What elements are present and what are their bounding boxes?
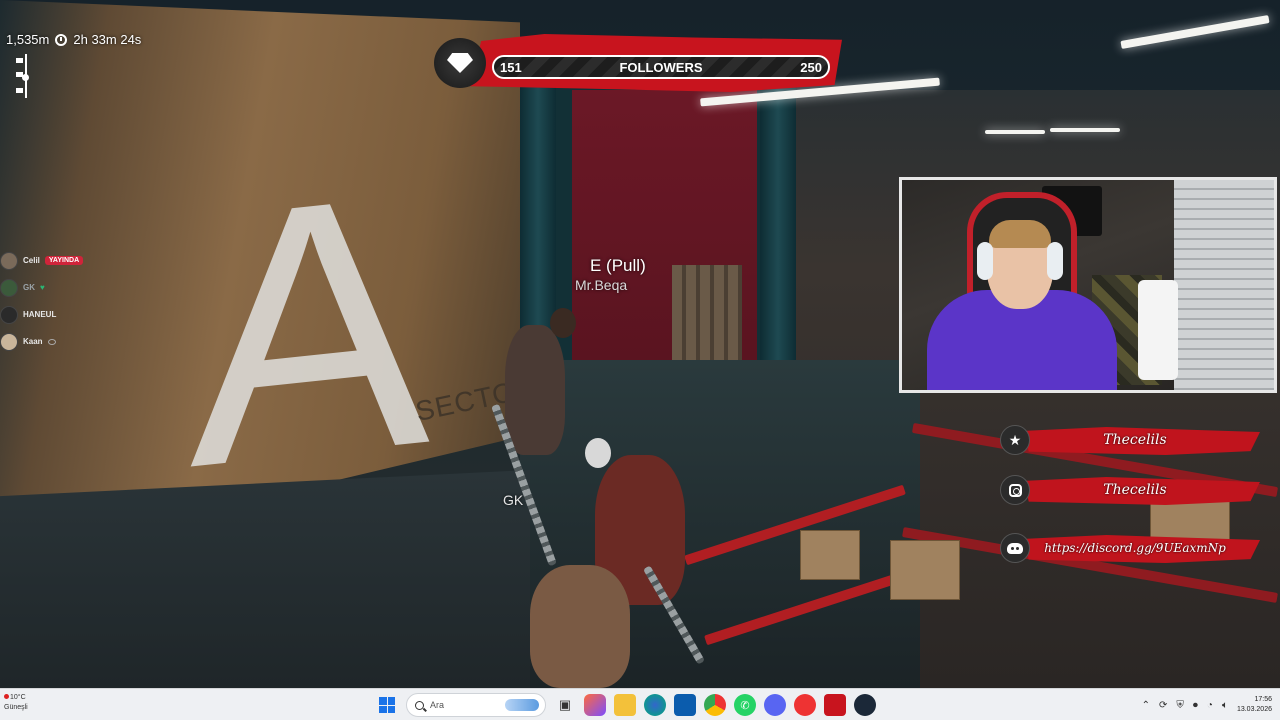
teammate-nametag: GK	[503, 492, 524, 508]
store-icon[interactable]	[674, 694, 696, 716]
discord-taskbar-icon[interactable]	[764, 694, 786, 716]
character-head	[550, 308, 576, 338]
microphone-icon[interactable]: ⏺	[1193, 700, 1198, 711]
flag-icon	[16, 88, 23, 93]
voice-member: Kaan	[0, 328, 120, 355]
distance-readout: 1,535m	[6, 32, 50, 47]
start-button[interactable]	[376, 694, 398, 716]
streamer-hair	[989, 220, 1051, 248]
followers-goal-widget: 151 FOLLOWERS 250	[430, 30, 842, 94]
followers-title: FOLLOWERS	[619, 60, 703, 75]
flag-icon	[16, 58, 23, 63]
edge-icon[interactable]	[644, 694, 666, 716]
interaction-prompt: E (Pull)	[590, 256, 646, 275]
game-app-icon[interactable]	[824, 694, 846, 716]
stopwatch-icon	[55, 33, 68, 46]
search-icon	[415, 700, 424, 710]
eye-icon	[47, 338, 56, 345]
climber-character	[505, 325, 565, 455]
star-icon: ★	[1000, 425, 1030, 455]
social-panel-discord[interactable]: https://discord.gg/9UEaxmNp	[1000, 531, 1260, 565]
voice-channel-list: Celil YAYINDA GK ♥ HANEUL Kaan	[0, 247, 120, 355]
discord-icon	[1000, 533, 1030, 563]
screen: A SECTO E (Pull) Mr.Beqa GK 1,535m 2h 33…	[0, 0, 1280, 720]
headphone-right	[1047, 242, 1063, 280]
search-highlight-art	[505, 699, 539, 711]
wooden-pallet	[672, 265, 742, 370]
windows-taskbar: 10°C Güneşli Ara ▣ ✆ ⌃ ⟳ ⛨ ⏺ ◔ 🔈︎ 17:56 …	[0, 688, 1280, 720]
window-blinds	[1174, 180, 1274, 390]
network-icon[interactable]: ⟳	[1159, 700, 1167, 711]
social-handle: Thecelils	[1103, 482, 1167, 498]
game-console	[1138, 280, 1178, 380]
elapsed-time: 2h 33m 24s	[73, 32, 142, 47]
hud-stats: 1,535m 2h 33m 24s	[6, 32, 141, 47]
diamond-badge	[434, 38, 486, 88]
avatar	[0, 251, 18, 270]
social-panel-instagram[interactable]: Thecelils	[1000, 473, 1260, 507]
shield-icon[interactable]: ⛨	[1176, 700, 1184, 711]
ceiling-light	[985, 130, 1045, 134]
weather-widget[interactable]: 10°C Güneşli	[4, 693, 28, 713]
whatsapp-icon[interactable]: ✆	[734, 694, 756, 716]
player-marker	[22, 74, 29, 81]
file-explorer-icon[interactable]	[614, 694, 636, 716]
discord-link[interactable]: https://discord.gg/9UEaxmNp	[1030, 541, 1240, 555]
copilot-icon[interactable]	[584, 694, 606, 716]
member-name: Celil	[23, 256, 40, 265]
clock-time: 17:56	[1254, 696, 1272, 703]
progress-track	[16, 54, 30, 100]
social-panel-star[interactable]: ★ Thecelils	[1000, 423, 1260, 457]
social-handle: Thecelils	[1103, 432, 1167, 448]
member-name: Kaan	[23, 337, 43, 346]
wifi-icon[interactable]: ◔	[1207, 700, 1213, 711]
windows-logo-icon	[379, 697, 395, 713]
clock-date: 13.03.2026	[1236, 706, 1272, 713]
cardboard-box	[890, 540, 960, 600]
search-placeholder: Ara	[430, 700, 445, 710]
player-nametag: Mr.Beqa	[575, 277, 628, 293]
weather-temp: 10°C	[10, 694, 26, 701]
cardboard-box	[800, 530, 860, 580]
headphone-left	[977, 242, 993, 280]
task-view-icon[interactable]: ▣	[554, 694, 576, 716]
app-icon[interactable]	[794, 694, 816, 716]
taskbar-apps: Ara ▣ ✆	[376, 693, 876, 717]
ceiling-light	[1050, 128, 1120, 132]
taskbar-search[interactable]: Ara	[406, 693, 546, 717]
volume-icon[interactable]: 🔈︎	[1222, 700, 1228, 711]
member-name: HANEUL	[23, 310, 57, 319]
voice-member: GK ♥	[0, 274, 120, 301]
member-name: GK	[23, 283, 35, 292]
system-tray: ⌃ ⟳ ⛨ ⏺ ◔ 🔈︎ 17:56 13.03.2026	[1142, 693, 1272, 717]
ceiling-light	[1120, 15, 1270, 49]
heart-icon: ♥	[40, 283, 45, 292]
followers-progress-bar: 151 FOLLOWERS 250	[492, 55, 830, 79]
voice-member: HANEUL	[0, 301, 120, 328]
character-bottom	[530, 565, 630, 688]
weather-icon	[4, 694, 9, 699]
followers-goal: 250	[800, 60, 822, 75]
voice-member: Celil YAYINDA	[0, 247, 120, 274]
avatar	[0, 278, 18, 297]
weather-desc: Güneşli	[4, 704, 28, 711]
sector-letter: A	[190, 116, 431, 544]
chevron-up-icon[interactable]: ⌃	[1142, 700, 1150, 711]
live-badge: YAYINDA	[44, 256, 84, 265]
chrome-icon[interactable]	[704, 694, 726, 716]
character-head	[585, 438, 611, 468]
diamond-icon	[447, 53, 473, 73]
webcam-overlay	[899, 177, 1277, 393]
instagram-icon	[1000, 475, 1030, 505]
avatar	[0, 332, 18, 351]
avatar	[0, 305, 18, 324]
clock[interactable]: 17:56 13.03.2026	[1237, 695, 1272, 715]
steam-icon[interactable]	[854, 694, 876, 716]
